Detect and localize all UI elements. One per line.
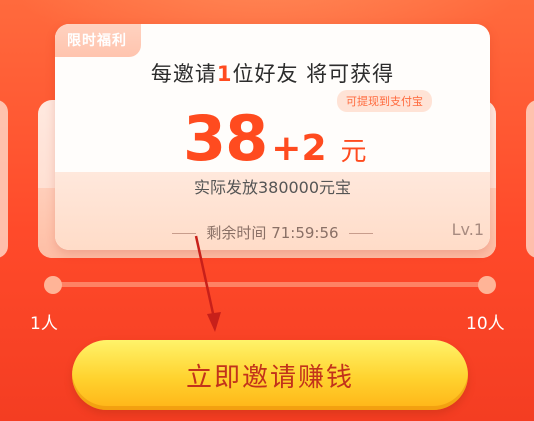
invite-progress-track — [52, 282, 488, 287]
countdown: 剩余时间 71:59:56 — [55, 222, 490, 243]
headline-count: 1 — [216, 62, 233, 86]
progress-dot-end[interactable] — [478, 276, 496, 294]
progress-dot-start[interactable] — [44, 276, 62, 294]
left-arrow-icon — [172, 233, 197, 234]
countdown-label: 剩余时间 — [206, 224, 267, 242]
invite-headline: 每邀请1位好友 将可获得 — [55, 58, 490, 88]
level-label: Lv.1 — [451, 220, 484, 239]
actual-payout-text: 实际发放380000元宝 — [193, 178, 352, 197]
next-reward-card-edge[interactable] — [526, 100, 534, 258]
progress-min-label: 1人 — [30, 314, 58, 334]
headline-prefix: 每邀请 — [150, 62, 217, 86]
reward-amount-unit: 元 — [340, 137, 367, 167]
progress-max-label: 10人 — [466, 314, 505, 334]
prev-reward-card-edge[interactable] — [0, 100, 8, 258]
reward-amount-bonus: +2 — [271, 128, 327, 169]
right-arrow-icon — [348, 233, 373, 234]
reward-amount-main: 38 — [183, 102, 268, 175]
headline-suffix: 位好友 将可获得 — [232, 62, 395, 86]
reward-amount: 38 +2 元 — [183, 102, 367, 175]
reward-card: 限时福利 每邀请1位好友 将可获得 可提现到支付宝 38 +2 元 实际发放3800… — [55, 24, 490, 250]
invite-earn-button[interactable]: 立即邀请赚钱 — [72, 340, 468, 410]
limited-offer-tag: 限时福利 — [55, 24, 141, 57]
countdown-value: 71:59:56 — [271, 224, 339, 242]
